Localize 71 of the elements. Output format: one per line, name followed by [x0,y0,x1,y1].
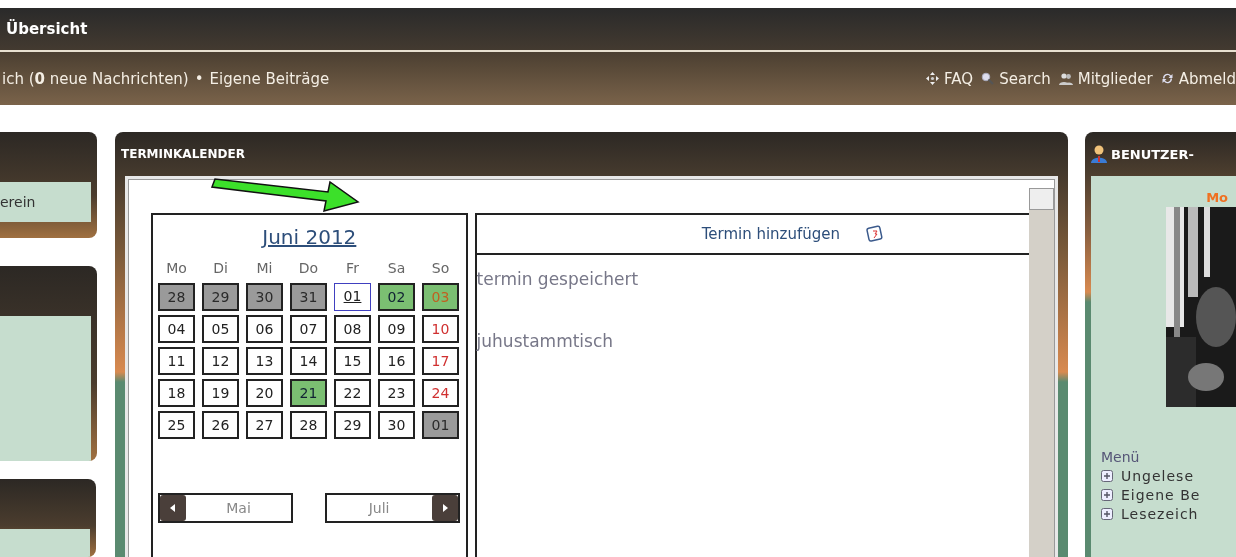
calendar-icon[interactable] [866,225,885,243]
month-title[interactable]: Juni 2012 [262,225,357,249]
day-cell[interactable]: 26 [202,411,239,439]
move-arrows-icon [926,72,940,85]
nav-link[interactable]: Mitglieder [1058,69,1153,88]
nav-link[interactable]: Abmeld [1160,69,1236,88]
scrollbar[interactable] [1029,188,1054,557]
day-cell[interactable]: 20 [246,379,283,407]
panel-title: BENUTZER- [1111,146,1194,162]
day-cell[interactable]: 16 [378,347,415,375]
event-entry[interactable]: termin gespeichert [476,269,1030,317]
day-cell[interactable]: 12 [202,347,239,375]
day-cell[interactable]: 17 [422,347,459,375]
day-cell[interactable]: 06 [246,315,283,343]
menu-item[interactable]: Ungelese [1101,468,1236,484]
day-cell[interactable]: 01 [422,411,459,439]
day-cell[interactable]: 24 [422,379,459,407]
weekday-label: Do [297,259,320,278]
day-cell[interactable]: 18 [158,379,195,407]
weekday-label: Fr [345,259,360,278]
panel-title: TERMINKALENDER [121,147,245,161]
day-cell[interactable]: 28 [158,283,195,311]
day-cell[interactable]: 05 [202,315,239,343]
page-title: Übersicht [6,20,88,38]
nav-link[interactable]: Eigene Beiträge [209,69,330,88]
weekday-label: Sa [386,259,407,278]
sidebar-link[interactable]: erein [0,194,36,210]
day-cell[interactable]: 13 [246,347,283,375]
day-cell[interactable]: 22 [334,379,371,407]
plus-icon [1101,489,1113,501]
day-cell[interactable]: 01 [334,283,371,311]
day-cell[interactable]: 02 [378,283,415,311]
plus-icon [1101,508,1113,520]
bullet-separator: • [194,69,204,88]
menu-title: Menü [1101,449,1141,465]
day-cell[interactable]: 10 [422,315,459,343]
day-cell[interactable]: 08 [334,315,371,343]
day-cell[interactable]: 28 [290,411,327,439]
nav-link[interactable]: ich (0 neue Nachrichten) [2,69,189,88]
user-icon [1091,145,1107,163]
weekday-label: Mi [255,259,274,278]
day-cell[interactable]: 29 [202,283,239,311]
day-cell[interactable]: 23 [378,379,415,407]
search-icon [981,72,995,85]
day-cell[interactable]: 29 [334,411,371,439]
day-cell[interactable]: 19 [202,379,239,407]
previous-month-button[interactable]: Mai [158,493,293,523]
plus-icon [1101,470,1113,482]
day-cell[interactable]: 21 [290,379,327,407]
day-cell[interactable]: 14 [290,347,327,375]
refresh-icon [1160,72,1174,85]
day-cell[interactable]: 15 [334,347,371,375]
people-icon [1058,72,1073,85]
day-cell[interactable]: 25 [158,411,195,439]
day-cell[interactable]: 30 [246,283,283,311]
day-cell[interactable]: 27 [246,411,283,439]
day-cell[interactable]: 11 [158,347,195,375]
day-cell[interactable]: 30 [378,411,415,439]
nav-link[interactable]: FAQ [926,69,974,88]
weekday-label: Mo [165,259,188,278]
add-event-link[interactable]: Termin hinzufügen [701,225,841,243]
day-cell[interactable]: 07 [290,315,327,343]
nav-link[interactable]: Search [981,69,1051,88]
day-cell[interactable]: 09 [378,315,415,343]
menu-item[interactable]: Lesezeich [1101,506,1236,522]
weekday-label: So [430,259,451,278]
weekday-label: Di [212,259,229,278]
next-month-button[interactable]: Juli [324,493,460,523]
day-cell[interactable]: 04 [158,315,195,343]
day-cell[interactable]: 31 [290,283,327,311]
menu-item[interactable]: Eigene Be [1101,487,1236,503]
